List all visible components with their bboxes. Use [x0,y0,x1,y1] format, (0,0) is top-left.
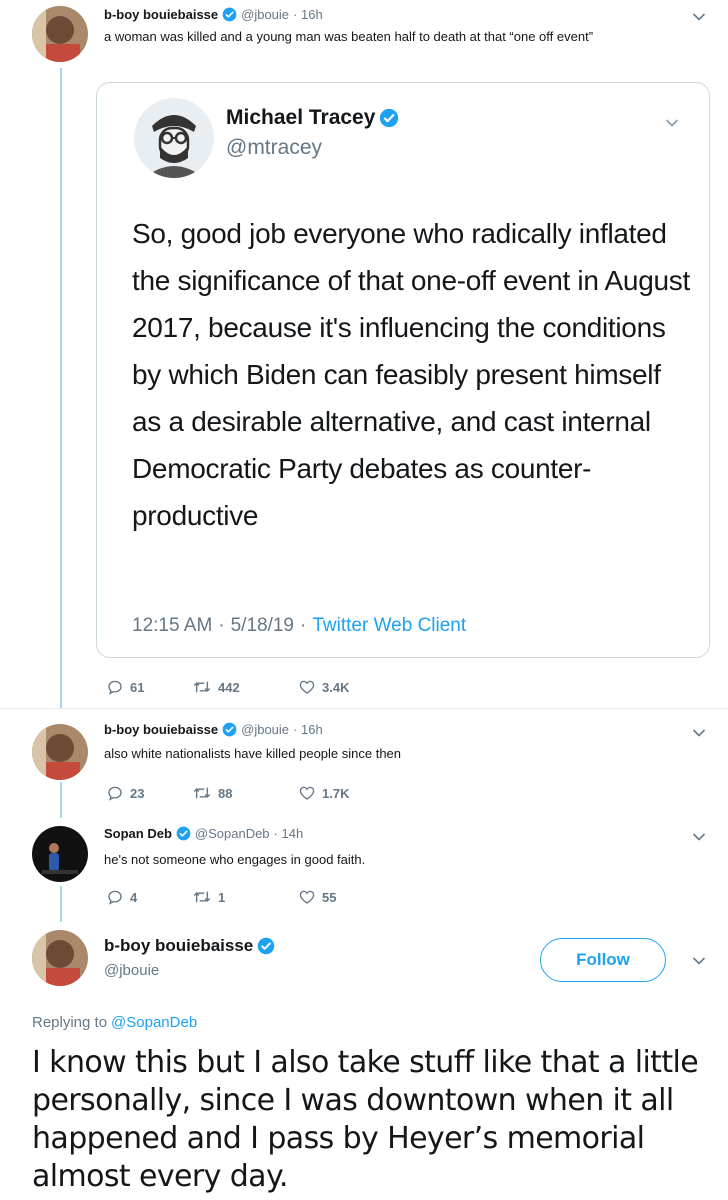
reply-button[interactable]: 4 [106,888,192,906]
chevron-down-icon[interactable] [692,956,706,966]
replying-to-label: Replying to [32,1014,108,1031]
verified-badge-icon [222,7,237,22]
retweet-icon [193,681,211,693]
retweet-icon [193,787,211,799]
author-handle[interactable]: @jbouie [104,962,159,979]
author-name[interactable]: b-boy bouiebaisse [104,7,218,22]
tweet-actions: 61 442 3.4K [106,678,349,696]
reply-button[interactable]: 61 [106,678,192,696]
main-tweet-text: I know this but I also take stuff like t… [32,1045,699,1194]
verified-badge-icon [257,937,275,955]
like-button[interactable]: 55 [298,888,336,906]
avatar[interactable] [32,930,88,986]
chevron-down-icon[interactable] [692,728,706,738]
tweet-text: a woman was killed and a young man was b… [104,29,594,44]
retweet-button[interactable]: 88 [192,784,298,802]
thread-line [60,782,62,818]
tweet-header: b-boy bouiebaisse @jbouie · 16h [104,7,323,22]
verified-badge-icon [379,108,399,128]
replying-to-link[interactable]: @SopanDeb [111,1014,197,1031]
tweet-header: Sopan Deb @SopanDeb · 14h [104,826,303,841]
quoted-tweet-meta: 12:15 AM · 5/18/19 · Twitter Web Client [132,615,466,637]
author-handle[interactable]: @mtracey [226,136,322,160]
author-handle[interactable]: @SopanDeb [195,826,270,841]
like-button[interactable]: 3.4K [298,678,349,696]
reply-icon [108,680,122,695]
tweet-header: b-boy bouiebaisse @jbouie · 16h [104,722,323,737]
tweet-text: also white nationalists have killed peop… [104,746,402,761]
chevron-down-icon[interactable] [692,12,706,22]
tweet-time[interactable]: · 16h [293,7,323,22]
tweet-client-link[interactable]: Twitter Web Client [312,615,466,637]
retweet-count: 442 [218,679,240,695]
reply-count: 4 [130,889,138,905]
like-button[interactable]: 1.7K [298,784,349,802]
follow-button[interactable]: Follow [540,938,666,982]
tweet-time[interactable]: · 14h [274,826,304,841]
tweet-date[interactable]: 5/18/19 [231,615,294,637]
main-tweet-header: b-boy bouiebaisse [104,936,275,956]
tweet-text: he's not someone who engages in good fai… [104,852,366,867]
avatar[interactable] [32,724,88,780]
author-name[interactable]: Sopan Deb [104,826,172,841]
retweet-count: 88 [218,785,233,801]
thread-line [60,886,62,922]
retweet-count: 1 [218,889,226,905]
tweet-time[interactable]: · 16h [293,722,323,737]
author-name[interactable]: Michael Tracey [226,106,375,130]
verified-badge-icon [222,722,237,737]
like-count: 3.4K [322,679,350,695]
like-count: 55 [322,889,337,905]
avatar[interactable] [32,826,88,882]
tweet-actions: 23 88 1.7K [106,784,349,802]
chevron-down-icon[interactable] [692,832,706,842]
reply-count: 61 [130,679,145,695]
avatar[interactable] [134,98,214,178]
replying-to: Replying to @SopanDeb [32,1014,197,1031]
divider [0,708,728,709]
reply-button[interactable]: 23 [106,784,192,802]
retweet-button[interactable]: 442 [192,678,298,696]
thread-line [60,68,62,708]
author-handle[interactable]: @jbouie [241,7,289,22]
verified-badge-icon [176,826,191,841]
meta-separator: · [300,615,307,636]
heart-icon [299,680,315,694]
author-name[interactable]: b-boy bouiebaisse [104,722,218,737]
tweet-actions: 4 1 55 [106,888,336,906]
reply-count: 23 [130,785,145,801]
quoted-tweet-text: So, good job everyone who radically infl… [132,218,690,531]
retweet-icon [193,891,211,903]
avatar[interactable] [32,6,88,62]
meta-separator: · [218,615,225,636]
tweet-time[interactable]: 12:15 AM [132,615,212,637]
heart-icon [299,890,315,904]
chevron-down-icon[interactable] [665,118,679,128]
quoted-tweet-header: Michael Tracey [226,106,399,130]
reply-icon [108,786,122,801]
retweet-button[interactable]: 1 [192,888,298,906]
author-handle[interactable]: @jbouie [241,722,289,737]
like-count: 1.7K [322,785,350,801]
heart-icon [299,786,315,800]
author-name[interactable]: b-boy bouiebaisse [104,936,253,956]
reply-icon [108,890,122,905]
